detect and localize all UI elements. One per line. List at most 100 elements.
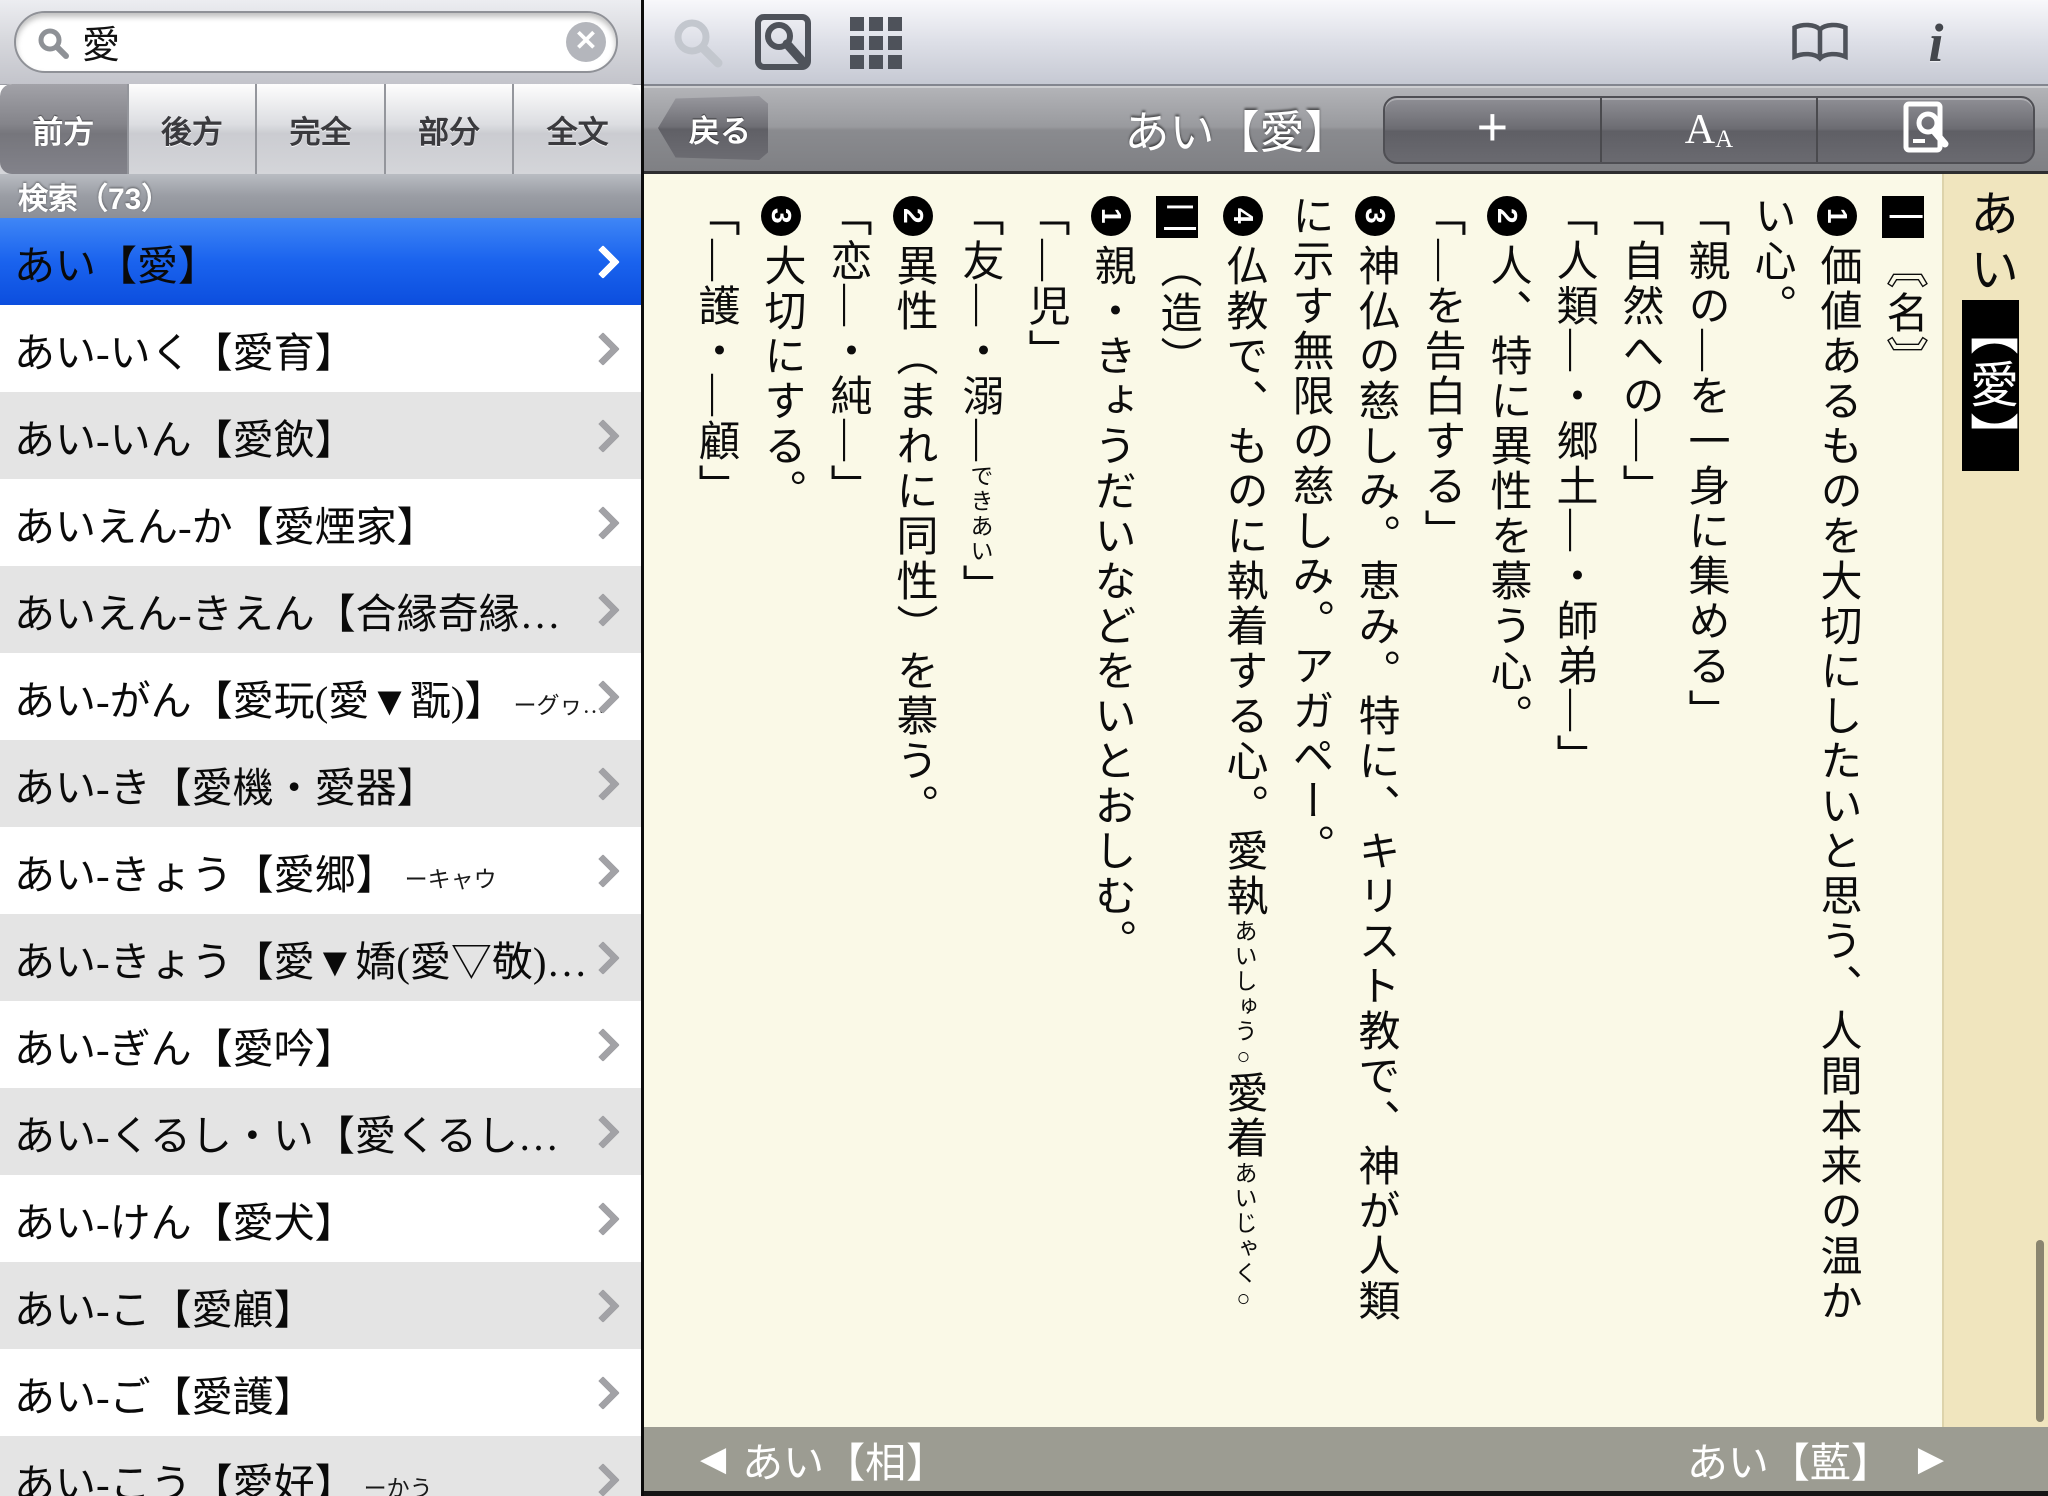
entry-content[interactable]: あい【愛】 一〘名〙1価値あるものを大切にしたいと思う、人間本来の温かい心。「親… xyxy=(644,174,2048,1427)
result-row-label: あい-き【愛機・愛器】 xyxy=(14,754,438,814)
definition-line: 3神仏の慈しみ。恵み。特に、キリスト教で、神が人類に示す無限の慈しみ。アガペー。 xyxy=(1276,194,1408,1344)
result-row[interactable]: あい-こ【愛顧】 xyxy=(0,1262,641,1349)
def-seg-text: 「恋―・純―」 xyxy=(824,194,870,509)
entry-nav-bar: ◀ あい【相】 あい【藍】 ▶ xyxy=(644,1427,2048,1496)
book-icon[interactable] xyxy=(1790,13,1850,73)
chevron-right-icon xyxy=(586,506,620,540)
scrollbar[interactable] xyxy=(2036,1240,2044,1422)
prev-entry-button[interactable]: ◀ あい【相】 xyxy=(700,1427,947,1491)
result-row-label: あい-いく【愛育】 xyxy=(14,319,356,379)
tab-label: 全文 xyxy=(547,107,609,152)
def-seg-text: 親・きょうだいなどをいとおしむ。 xyxy=(1088,244,1134,964)
tab-label: 後方 xyxy=(161,107,223,152)
search-mode-tab[interactable]: 前方 xyxy=(0,84,129,174)
zoom-page-icon[interactable] xyxy=(754,13,814,73)
search-field[interactable]: ✕ xyxy=(14,11,618,73)
chevron-right-icon xyxy=(586,1289,620,1323)
entry-actions: + AA xyxy=(1383,96,2035,164)
clear-search-icon[interactable]: ✕ xyxy=(566,22,606,62)
def-seg-num: 2 xyxy=(893,196,933,236)
chevron-right-icon xyxy=(586,1463,620,1496)
search-mode-tabs: 前方 後方 完全 部分 全文 xyxy=(0,84,641,174)
result-row[interactable]: あい-ご【愛護】 xyxy=(0,1349,641,1436)
chevron-right-icon xyxy=(586,332,620,366)
headword-seg: 【愛】 xyxy=(1962,300,2019,471)
def-seg-text: 「自然への―」 xyxy=(1616,194,1662,509)
plus-icon: + xyxy=(1477,96,1509,164)
result-row[interactable]: あい-き【愛機・愛器】 xyxy=(0,740,641,827)
definition-text: 一〘名〙1価値あるものを大切にしたいと思う、人間本来の温かい心。「親の―を一身に… xyxy=(644,194,1936,1344)
chevron-right-icon xyxy=(586,419,620,453)
result-list: あい【愛】 あい-いく【愛育】 あい-いん【愛飲】 あいえん-か【愛煙家】 xyxy=(0,218,641,1496)
result-row-label: あい-けん【愛犬】 xyxy=(14,1189,356,1249)
definition-line: 「―児」 xyxy=(1012,194,1078,1344)
result-row[interactable]: あい-くるし・い【愛くるし… xyxy=(0,1088,641,1175)
result-row-label: あい-いん【愛飲】 xyxy=(14,406,356,466)
result-row-label: あい-くるし・い【愛くるし… xyxy=(14,1102,559,1162)
tab-label: 部分 xyxy=(418,107,480,152)
result-row[interactable]: あい-きょう【愛郷】 ーキャウ xyxy=(0,827,641,914)
tab-label: 前方 xyxy=(32,107,94,152)
chevron-right-icon xyxy=(586,941,620,975)
definition-line: 2 異性（まれに同性）を慕う。 xyxy=(880,194,946,1344)
definition-line: 「自然への―」 xyxy=(1606,194,1672,1344)
def-seg-text: 「―護・―顧」 xyxy=(692,194,738,509)
headword-seg: あい xyxy=(1963,188,2018,300)
result-row-reading: ーかう xyxy=(364,1469,433,1496)
result-count-header: 検索（73） xyxy=(0,174,641,218)
result-row[interactable]: あい-けん【愛犬】 xyxy=(0,1175,641,1262)
def-seg-text: 「人類―・郷土―・師弟―」 xyxy=(1550,194,1596,779)
prev-entry-label: あい【相】 xyxy=(742,1429,947,1489)
definition-line: 1価値あるものを大切にしたいと思う、人間本来の温かい心。 xyxy=(1738,194,1870,1344)
definition-line: 一〘名〙 xyxy=(1870,194,1936,1344)
def-seg-num: 1 xyxy=(1817,196,1857,236)
definition-line: 「親の―を一身に集める」 xyxy=(1672,194,1738,1344)
result-row[interactable]: あい-いく【愛育】 xyxy=(0,305,641,392)
add-bookmark-button[interactable]: + xyxy=(1385,98,1602,162)
search-mode-tab[interactable]: 部分 xyxy=(386,84,515,174)
def-seg-text: 仏教で、ものに執着する心。愛執 xyxy=(1220,244,1266,919)
def-seg-text: 」 xyxy=(956,564,1002,609)
search-input[interactable] xyxy=(80,17,544,65)
chevron-right-icon xyxy=(586,1028,620,1062)
def-seg-text: 人、特に異性を慕う心。 xyxy=(1484,244,1530,739)
result-row[interactable]: あい-きょう【愛▼嬌(愛▽敬)… xyxy=(0,914,641,1001)
result-row-label: あいえん-きえん【合縁奇縁… xyxy=(14,580,561,640)
result-row[interactable]: あいえん-か【愛煙家】 xyxy=(0,479,641,566)
result-row[interactable]: あいえん-きえん【合縁奇縁… xyxy=(0,566,641,653)
back-button[interactable]: 戻る xyxy=(658,96,768,160)
definition-line: 1 親・きょうだいなどをいとおしむ。 xyxy=(1078,194,1144,1344)
search-mode-tab[interactable]: 完全 xyxy=(257,84,386,174)
def-seg-box: 二 xyxy=(1156,196,1198,238)
def-seg-text: 異性（まれに同性）を慕う。 xyxy=(890,244,936,829)
result-row-label: あいえん-か【愛煙家】 xyxy=(14,493,438,553)
result-row-label: あい-こ【愛顧】 xyxy=(14,1276,315,1336)
result-row[interactable]: あい-こう【愛好】 ーかう xyxy=(0,1436,641,1496)
info-icon[interactable]: i xyxy=(1906,13,1966,73)
def-seg-text: （造） xyxy=(1154,246,1200,381)
result-row[interactable]: あい【愛】 xyxy=(0,218,641,305)
definition-line: 2人、特に異性を慕う心。 xyxy=(1474,194,1540,1344)
grid-icon[interactable] xyxy=(846,13,906,73)
top-toolbar: i xyxy=(644,0,2048,86)
prev-triangle-icon: ◀ xyxy=(700,1439,726,1479)
search-bar-area: ✕ xyxy=(0,0,641,85)
def-seg-text: 愛着 xyxy=(1220,1071,1266,1161)
result-row-reading: ーキャウ xyxy=(405,860,497,894)
def-seg-small: できあい xyxy=(967,464,992,564)
doc-search-icon xyxy=(1903,101,1949,160)
next-entry-button[interactable]: あい【藍】 ▶ xyxy=(1687,1427,1944,1491)
font-size-button[interactable]: AA xyxy=(1602,98,1819,162)
def-seg-text: 「友―・溺― xyxy=(956,194,1002,464)
result-row[interactable]: あい-ぎん【愛吟】 xyxy=(0,1001,641,1088)
result-row[interactable]: あい-いん【愛飲】 xyxy=(0,392,641,479)
search-mode-tab[interactable]: 全文 xyxy=(514,84,641,174)
result-row-label: あい-こう【愛好】 xyxy=(14,1450,356,1496)
search-mode-tab[interactable]: 後方 xyxy=(129,84,258,174)
search-in-entry-button[interactable] xyxy=(1818,98,2033,162)
def-seg-num: 1 xyxy=(1091,196,1131,236)
result-row[interactable]: あい-がん【愛玩(愛▼翫)】 ーグヮ… xyxy=(0,653,641,740)
next-entry-label: あい【藍】 xyxy=(1687,1429,1892,1489)
search-icon[interactable] xyxy=(668,13,728,73)
definition-line: 「―護・―顧」 xyxy=(682,194,748,1344)
